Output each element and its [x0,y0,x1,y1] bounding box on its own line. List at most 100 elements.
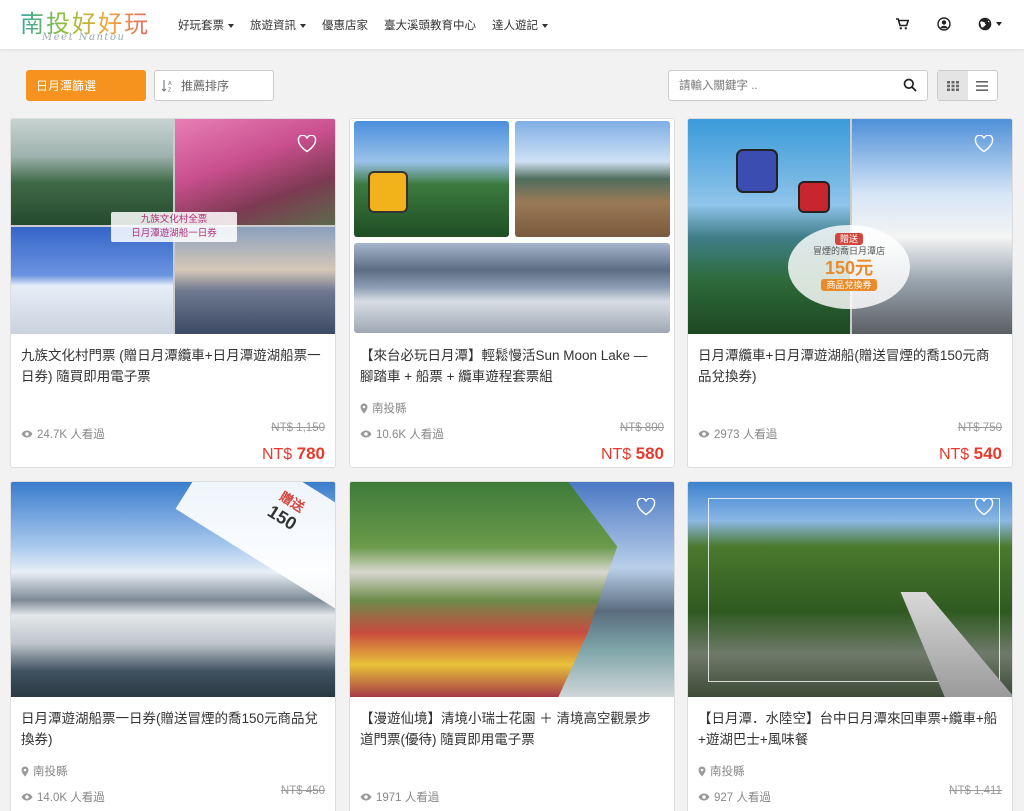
product-card[interactable]: 九族文化村全票 日月潭遊湖船一日券 九族文化村門票 (贈日月潭纜車+日月潭遊湖船… [10,118,336,468]
product-card[interactable]: 贈送 冒煙的喬日月潭店 150元 商品兌換券 日月潭纜車+日月潭遊湖船(贈送冒煙… [687,118,1013,468]
product-card[interactable]: 贈送 150 日月潭遊湖船票一日券(贈送冒煙的喬150元商品兌換券) 南投縣 1… [10,481,336,811]
sale-price: NT$ 540 [939,444,1002,464]
price-value: 780 [296,444,325,463]
nav-label: 旅遊資訊 [250,20,296,32]
view-count: 10.6K 人看過 [360,426,444,442]
header-icons [870,14,1004,34]
eye-icon [360,793,372,801]
product-image [350,119,674,334]
grid-view-button[interactable] [938,71,968,100]
svg-text:Z: Z [168,87,172,93]
view-count-text: 24.7K 人看過 [37,429,105,441]
sale-price: NT$ 580 [601,444,664,464]
product-title[interactable]: 日月潭纜車+日月潭遊湖船(贈送冒煙的喬150元商品兌換券) [698,345,998,387]
nav-item-travel-blogs[interactable]: 達人遊記 [492,17,548,33]
nav-label: 臺大溪頭教育中心 [384,20,476,32]
view-count: 927 人看過 [698,789,771,805]
product-image: 贈送 冒煙的喬日月潭店 150元 商品兌換券 [688,119,1012,334]
sort-dropdown[interactable]: AZ 推薦排序 [154,70,274,101]
search-input[interactable] [669,71,894,100]
caret-down-icon [300,23,306,28]
main-nav: 好玩套票 旅遊資訊 優惠店家 臺大溪頭教育中心 達人遊記 [178,17,564,33]
list-view-button[interactable] [968,71,998,100]
cable-car-icon [368,171,408,213]
promo-line: 日月潭遊湖船一日券 [131,228,217,239]
heart-icon[interactable] [974,498,994,516]
view-count: 14.0K 人看過 [21,789,105,805]
product-card[interactable]: 【日月潭．水陸空】台中日月潭來回車票+纜車+船+遊湖巴士+風味餐 南投縣 927… [687,481,1013,811]
product-card[interactable]: 【來台必玩日月潭】輕鬆慢活Sun Moon Lake — 腳踏車 + 船票 + … [349,118,675,468]
map-pin-icon [21,766,29,777]
product-image [350,482,674,697]
globe-icon[interactable] [976,14,1004,34]
product-title[interactable]: 【漫遊仙境】清境小瑞士花園 ＋ 清境高空觀景步道門票(優待) 隨買即用電子票 [360,708,660,750]
search-icon[interactable] [903,78,919,94]
cable-car-icon [736,149,778,193]
promo-line: 贈送 [834,233,863,245]
view-count-text: 2973 人看過 [714,429,778,441]
promo-line: 九族文化村全票 [140,214,208,225]
promo-badge: 贈送 冒煙的喬日月潭店 150元 商品兌換券 [788,225,910,309]
grid-icon [946,80,959,91]
eye-icon [360,430,372,438]
product-title[interactable]: 九族文化村門票 (贈日月潭纜車+日月潭遊湖船票一日券) 隨買即用電子票 [21,345,321,387]
eye-icon [698,793,710,801]
original-price: NT$ 1,150 [271,422,325,434]
view-toggle [937,70,998,101]
product-image: 九族文化村全票 日月潭遊湖船一日券 [11,119,335,334]
site-logo[interactable]: 南投好好玩 Meet Nantou [20,4,160,46]
nav-item-passes[interactable]: 好玩套票 [178,17,234,33]
list-icon [976,80,989,91]
view-count: 24.7K 人看過 [21,426,105,442]
currency: NT$ [600,446,632,463]
product-image [688,482,1012,697]
location-text: 南投縣 [33,766,68,778]
region-filter-label: 日月潭篩選 [36,79,97,93]
location-text: 南投縣 [710,766,745,778]
nav-item-xitou-center[interactable]: 臺大溪頭教育中心 [384,17,476,33]
location-text: 南投縣 [372,403,407,415]
location: 南投縣 [21,763,68,779]
product-title[interactable]: 【日月潭．水陸空】台中日月潭來回車票+纜車+船+遊湖巴士+風味餐 [698,708,998,750]
currency: NT$ [938,446,970,463]
currency: NT$ [261,446,293,463]
original-price: NT$ 750 [957,422,1002,434]
promo-line: 150元 [824,258,874,278]
location: 南投縣 [360,400,407,416]
user-icon[interactable] [934,14,954,34]
search-box [668,70,928,101]
caret-down-icon [228,23,234,28]
product-title[interactable]: 【來台必玩日月潭】輕鬆慢活Sun Moon Lake — 腳踏車 + 船票 + … [360,345,660,387]
view-count-text: 927 人看過 [714,792,771,804]
nav-label: 好玩套票 [178,20,224,32]
cart-icon[interactable] [892,14,912,34]
sale-price: NT$ 780 [262,444,325,464]
location: 南投縣 [698,763,745,779]
caret-down-icon [996,22,1002,26]
nav-item-discount-shops[interactable]: 優惠店家 [322,17,368,33]
region-filter-button[interactable]: 日月潭篩選 [26,70,146,101]
view-count: 1971 人看過 [360,789,439,805]
product-card[interactable]: 【漫遊仙境】清境小瑞士花園 ＋ 清境高空觀景步道門票(優待) 隨買即用電子票 1… [349,481,675,811]
original-price: NT$ 1,411 [949,785,1002,797]
nav-item-travel-info[interactable]: 旅遊資訊 [250,17,306,33]
nav-label: 優惠店家 [322,20,368,32]
eye-icon [21,793,33,801]
promo-line: 商品兌換券 [821,279,877,291]
product-title[interactable]: 日月潭遊湖船票一日券(贈送冒煙的喬150元商品兌換券) [21,708,321,750]
nav-label: 達人遊記 [492,20,538,32]
view-count-text: 10.6K 人看過 [376,429,444,441]
price-value: 580 [635,444,664,463]
price-value: 540 [973,444,1002,463]
promo-line: 冒煙的喬日月潭店 [812,246,885,256]
heart-icon[interactable] [636,498,656,516]
view-count-text: 14.0K 人看過 [37,792,105,804]
cable-car-icon [798,181,830,213]
view-count-text: 1971 人看過 [376,792,440,804]
logo-subtitle: Meet Nantou [42,32,126,43]
heart-icon[interactable] [297,135,317,153]
caret-down-icon [542,23,548,28]
heart-icon[interactable] [974,135,994,153]
eye-icon [698,430,710,438]
original-price: NT$ 450 [280,785,325,797]
